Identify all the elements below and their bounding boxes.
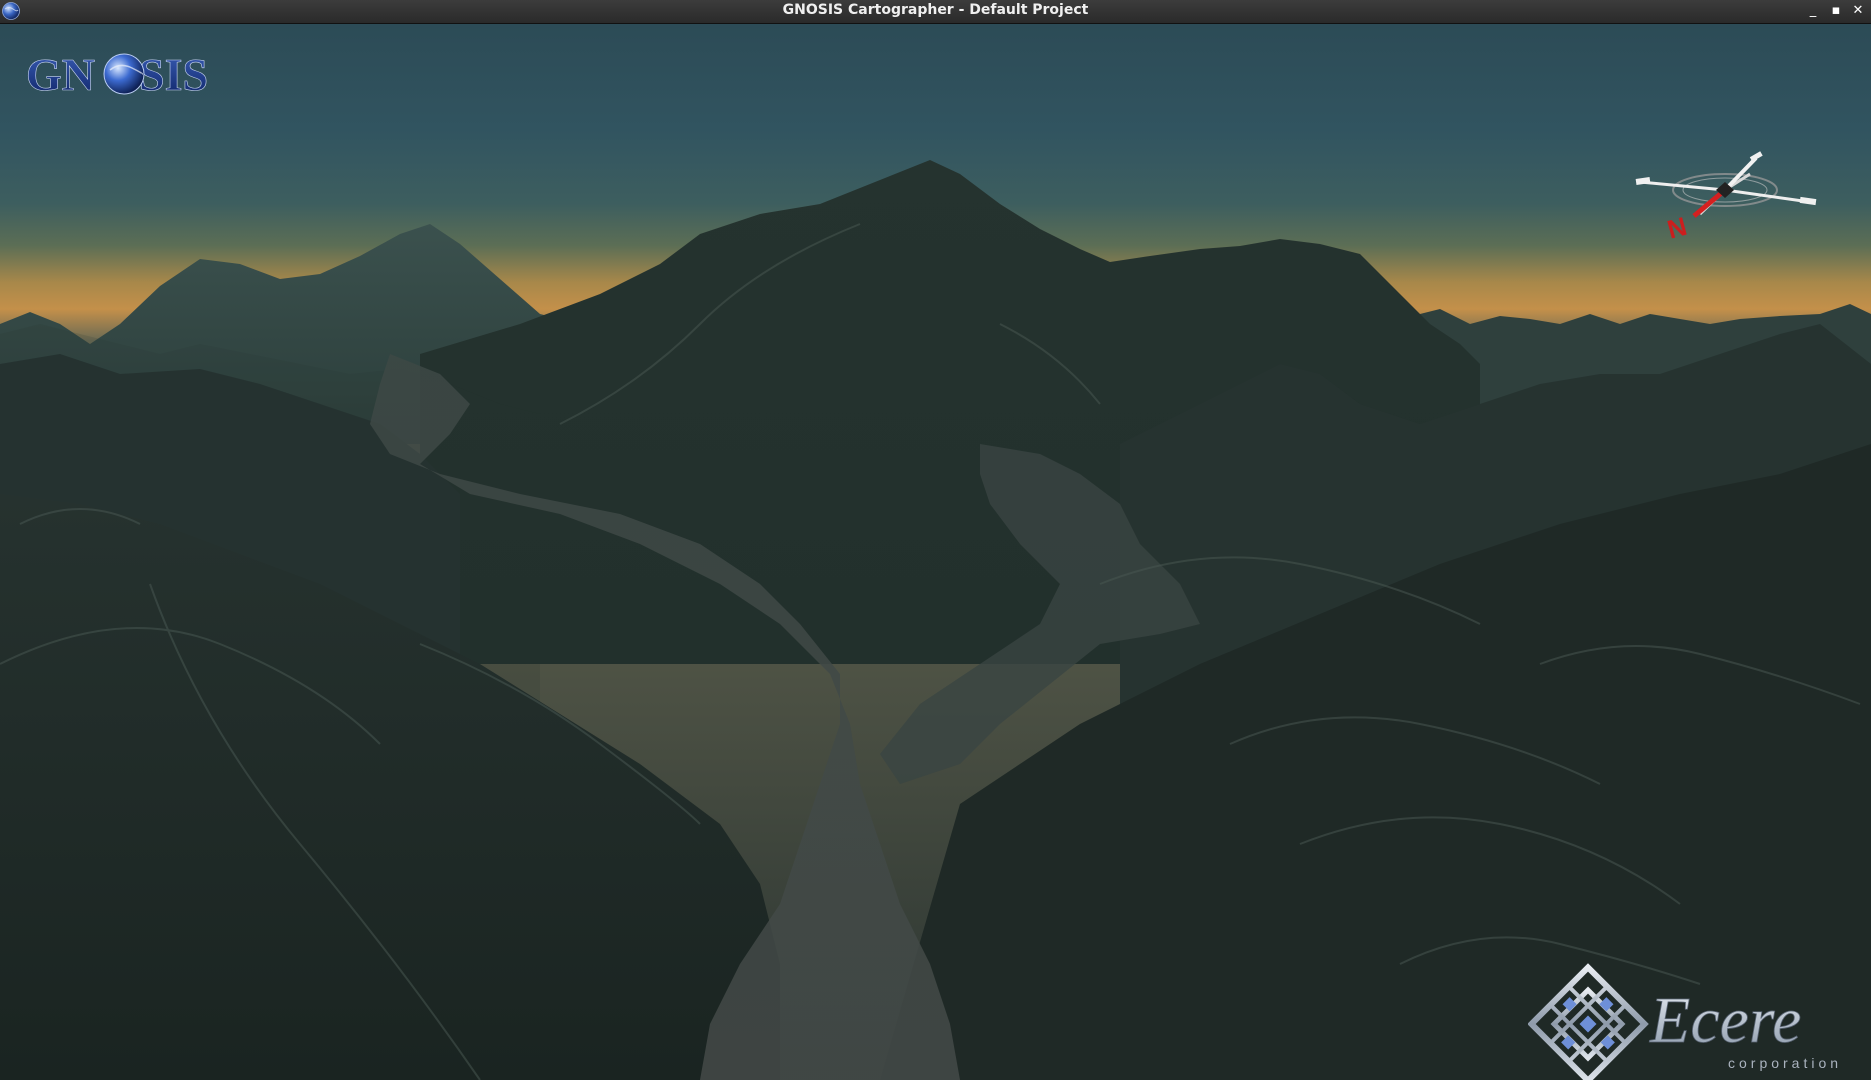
minimize-button[interactable]: _ bbox=[1804, 2, 1822, 20]
app-globe-icon[interactable] bbox=[1, 1, 21, 21]
compass-icon[interactable]: N bbox=[1630, 144, 1820, 244]
close-button[interactable]: ✕ bbox=[1849, 2, 1867, 20]
ecere-logo-text: Ecere bbox=[1649, 984, 1801, 1057]
ecere-corporation-text: corporation bbox=[1728, 1055, 1842, 1071]
app-window: GNOSIS Cartographer - Default Project _ … bbox=[0, 0, 1871, 1080]
ecere-knot-icon bbox=[1528, 963, 1649, 1080]
compass-north-label: N bbox=[1664, 211, 1690, 244]
gnosis-globe-icon bbox=[103, 53, 145, 95]
gnosis-logo: GN SIS bbox=[26, 49, 209, 100]
window-title: GNOSIS Cartographer - Default Project bbox=[782, 2, 1089, 18]
map-3d-viewport[interactable]: GN SIS N Ecere corporation bbox=[0, 24, 1871, 1080]
title-bar[interactable]: GNOSIS Cartographer - Default Project _ … bbox=[0, 0, 1871, 24]
maximize-button[interactable]: ▪ bbox=[1827, 2, 1845, 20]
ecere-logo: Ecere corporation bbox=[1528, 963, 1842, 1080]
terrain-render[interactable] bbox=[0, 24, 1871, 1080]
